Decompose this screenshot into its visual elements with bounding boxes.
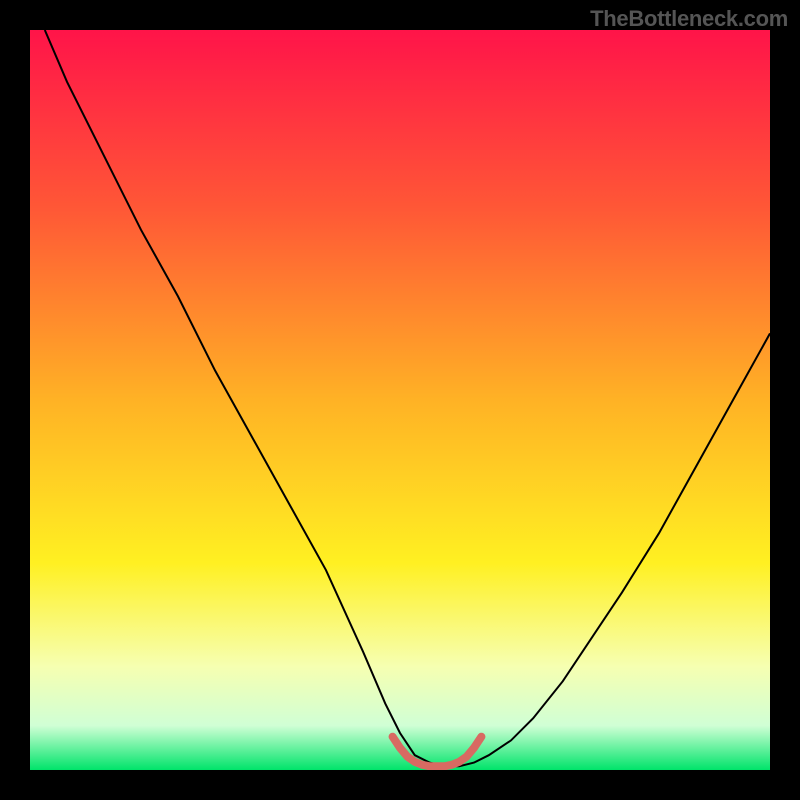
watermark-text: TheBottleneck.com	[590, 6, 788, 32]
gradient-background	[30, 30, 770, 770]
bottleneck-chart	[30, 30, 770, 770]
chart-svg	[30, 30, 770, 770]
